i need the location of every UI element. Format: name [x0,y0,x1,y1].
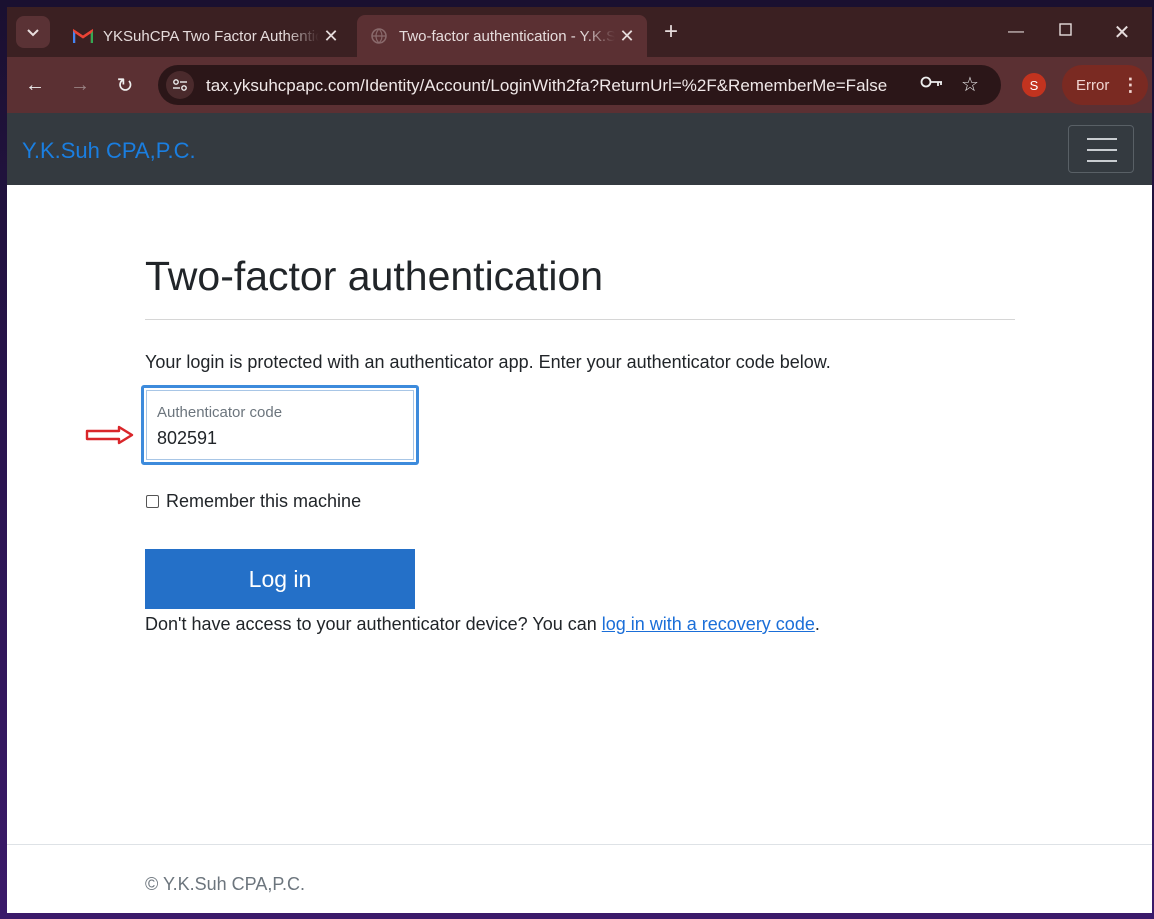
login-button[interactable]: Log in [145,549,415,609]
site-brand[interactable]: Y.K.Suh CPA,P.C. [22,138,196,164]
annotation-arrow-icon [85,425,134,445]
star-icon[interactable]: ☆ [961,72,979,97]
reload-button[interactable]: ↻ [109,69,141,101]
tab-title: YKSuhCPA Two Factor Authentication [103,27,319,45]
arrow-right-icon: → [70,73,90,96]
footer-divider [7,844,1152,845]
recovery-suffix: . [814,614,820,634]
intro-text: Your login is protected with an authenti… [145,352,831,372]
hamburger-icon [1087,160,1117,162]
minimize-button[interactable]: — [992,17,1040,47]
tab-gmail[interactable]: YKSuhCPA Two Factor Authentication ✕ [61,15,351,57]
arrow-left-icon: ← [25,73,45,96]
kebab-menu-icon: ⋮ [1121,75,1140,95]
maximize-icon [1058,23,1072,41]
hamburger-icon [1087,149,1117,151]
close-icon: ✕ [1113,21,1131,44]
field-inner-border [146,390,414,460]
globe-icon [369,26,389,46]
remember-machine-checkbox[interactable] [146,495,159,508]
error-label: Error [1076,76,1110,94]
recovery-text: Don't have access to your authenticator … [145,614,820,635]
authenticator-code-label: Authenticator code [157,404,283,421]
back-button[interactable]: ← [19,69,51,101]
address-bar[interactable]: tax.yksuhcpapc.com/Identity/Account/Logi… [158,65,1001,105]
reload-icon: ↻ [116,74,134,97]
divider [145,319,1015,320]
close-icon[interactable]: ✕ [615,24,639,48]
tab-strip: YKSuhCPA Two Factor Authentication ✕ Two… [7,7,1152,57]
tab-search-button[interactable] [16,16,50,48]
authenticator-code-field[interactable]: Authenticator code 802591 [141,385,419,465]
recovery-code-link[interactable]: log in with a recovery code [602,614,815,634]
site-navbar: Y.K.Suh CPA,P.C. [7,113,1152,185]
hamburger-icon [1087,138,1117,140]
chevron-down-icon [27,25,39,40]
main-content: Two-factor authentication Your login is … [7,185,1152,913]
site-info-icon[interactable] [166,71,194,99]
minimize-icon: — [1008,23,1024,40]
error-button[interactable]: Error ⋮ [1062,65,1148,105]
browser-window: YKSuhCPA Two Factor Authentication ✕ Two… [7,7,1152,913]
maximize-button[interactable] [1041,17,1089,47]
remember-machine-option[interactable]: Remember this machine [146,491,361,512]
recovery-prefix: Don't have access to your authenticator … [145,614,602,634]
close-icon[interactable]: ✕ [319,24,343,48]
authenticator-code-input[interactable]: 802591 [157,428,217,449]
browser-toolbar: ← → ↻ tax.yksuhcpapc.com/Identity/Accoun… [7,57,1152,113]
plus-icon: + [663,18,678,45]
tab-two-factor[interactable]: Two-factor authentication - Y.K.Suh CPA,… [357,15,647,57]
url-text: tax.yksuhcpapc.com/Identity/Account/Logi… [206,76,888,95]
footer-copyright: © Y.K.Suh CPA,P.C. [145,874,306,894]
profile-avatar[interactable]: S [1022,73,1046,97]
tab-title: Two-factor authentication - Y.K.Suh CPA,… [399,27,615,45]
gmail-icon [73,26,93,46]
forward-button[interactable]: → [64,69,96,101]
new-tab-button[interactable]: + [659,18,683,45]
remember-machine-label[interactable]: Remember this machine [166,491,361,512]
navbar-toggle-button[interactable] [1068,125,1134,173]
close-window-button[interactable]: ✕ [1098,17,1146,47]
page-title: Two-factor authentication [145,253,604,299]
key-icon[interactable] [920,73,944,94]
